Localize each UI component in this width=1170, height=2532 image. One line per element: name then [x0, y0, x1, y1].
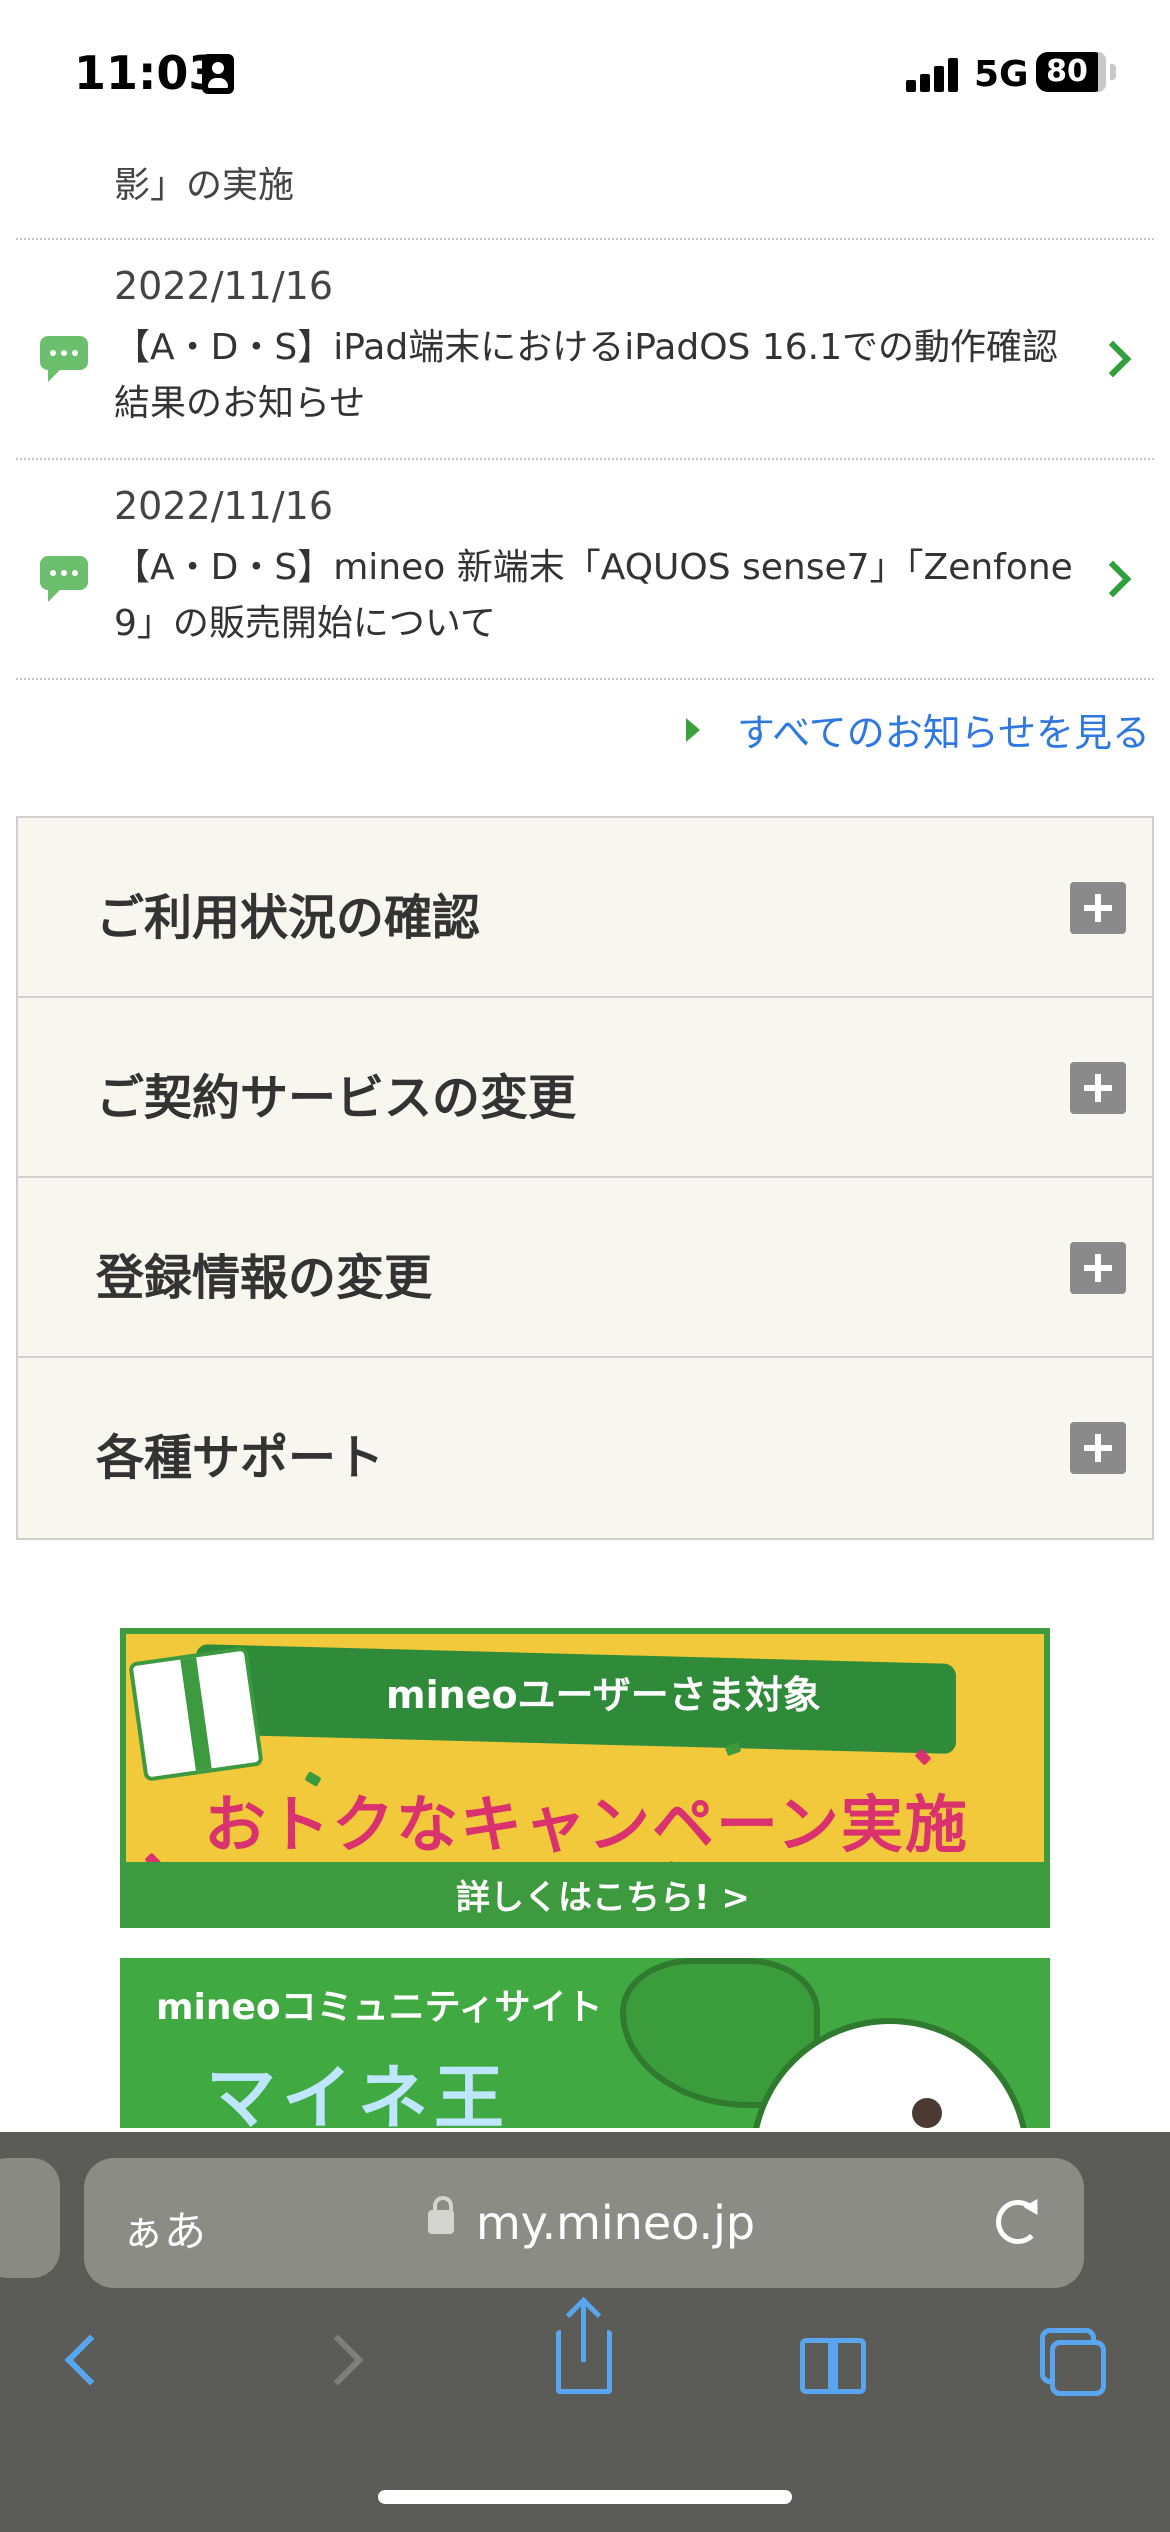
campaign-ribbon-text: mineoユーザーさま対象	[386, 1673, 821, 1717]
menu-usage-status[interactable]: ご利用状況の確認	[18, 818, 1152, 998]
status-bar: 11:03 5G 80	[0, 0, 1170, 140]
signal-icon	[906, 58, 960, 92]
plus-icon[interactable]	[1070, 882, 1126, 934]
reload-icon[interactable]	[996, 2200, 1040, 2244]
address-bar[interactable]: ぁあ my.mineo.jp	[84, 2158, 1084, 2288]
speech-bubble-icon	[40, 336, 88, 382]
community-logo: マイネ王	[206, 2057, 510, 2128]
news-title[interactable]: 【A・D・S】mineo 新端末「AQUOS sense7」「Zenfone 9…	[114, 540, 1074, 652]
campaign-footer: 詳しくはこちら! >	[126, 1862, 1044, 1922]
chevron-right-icon[interactable]	[1094, 560, 1132, 598]
menu-support[interactable]: 各種サポート	[18, 1358, 1152, 1538]
status-time: 11:03	[74, 46, 221, 100]
menu-contract-change[interactable]: ご契約サービスの変更	[18, 998, 1152, 1178]
menu-registration-change[interactable]: 登録情報の変更	[18, 1178, 1152, 1358]
news-date: 2022/11/16	[114, 264, 334, 308]
back-icon[interactable]	[64, 2334, 116, 2386]
plus-icon[interactable]	[1070, 1242, 1126, 1294]
news-item[interactable]: 2022/11/16 【A・D・S】iPad端末におけるiPadOS 16.1で…	[0, 240, 1170, 458]
bookmarks-icon[interactable]	[800, 2338, 866, 2394]
tabs-icon[interactable]	[1050, 2340, 1106, 2396]
share-icon[interactable]	[556, 2304, 612, 2394]
plus-icon[interactable]	[1070, 1062, 1126, 1114]
news-item[interactable]: 2022/11/16 【A・D・S】mineo 新端末「AQUOS sense7…	[0, 460, 1170, 678]
menu-label: ご契約サービスの変更	[96, 1070, 577, 1126]
home-indicator	[378, 2490, 792, 2504]
speech-bubble-icon	[40, 556, 88, 602]
network-type: 5G	[974, 54, 1029, 95]
menu-label: 登録情報の変更	[96, 1250, 433, 1306]
news-date: 2022/11/16	[114, 484, 334, 528]
campaign-details-link[interactable]: 詳しくはこちら! >	[456, 1870, 750, 1919]
account-menu-accordion: ご利用状況の確認 ご契約サービスの変更 登録情報の変更 各種サポート	[16, 816, 1154, 1540]
battery-level: 80	[1046, 54, 1088, 89]
forward-icon[interactable]	[312, 2334, 364, 2386]
community-banner[interactable]: mineoコミュニティサイト マイネ王	[120, 1958, 1050, 2128]
browser-toolbar: ぁあ my.mineo.jp	[0, 2132, 1170, 2532]
see-all-news-link[interactable]: すべてのお知らせを見る	[737, 702, 1150, 757]
battery-icon: 80	[1036, 52, 1106, 92]
community-label: mineoコミュニティサイト	[156, 1987, 603, 2028]
triangle-right-icon	[686, 718, 700, 742]
menu-label: ご利用状況の確認	[96, 890, 481, 946]
chevron-right-icon[interactable]	[1094, 340, 1132, 378]
campaign-banner[interactable]: mineoユーザーさま対象 おトクなキャンペーン実施中! 詳しくはこちら! >	[120, 1628, 1050, 1928]
url-text[interactable]: my.mineo.jp	[476, 2196, 755, 2250]
menu-label: 各種サポート	[96, 1430, 385, 1486]
page-settings-button[interactable]: ぁあ	[122, 2198, 206, 2259]
plus-icon[interactable]	[1070, 1422, 1126, 1474]
previous-tab-peek[interactable]	[0, 2158, 60, 2278]
battery-cap	[1110, 64, 1116, 80]
person-icon	[202, 54, 234, 94]
news-title[interactable]: 【A・D・S】iPad端末におけるiPadOS 16.1での動作確認結果のお知ら…	[114, 320, 1074, 432]
lock-icon	[428, 2196, 454, 2234]
news-item-partial-title[interactable]: 影」の実施	[114, 158, 1094, 214]
gift-box-icon	[128, 1646, 264, 1782]
news-divider	[16, 678, 1154, 680]
